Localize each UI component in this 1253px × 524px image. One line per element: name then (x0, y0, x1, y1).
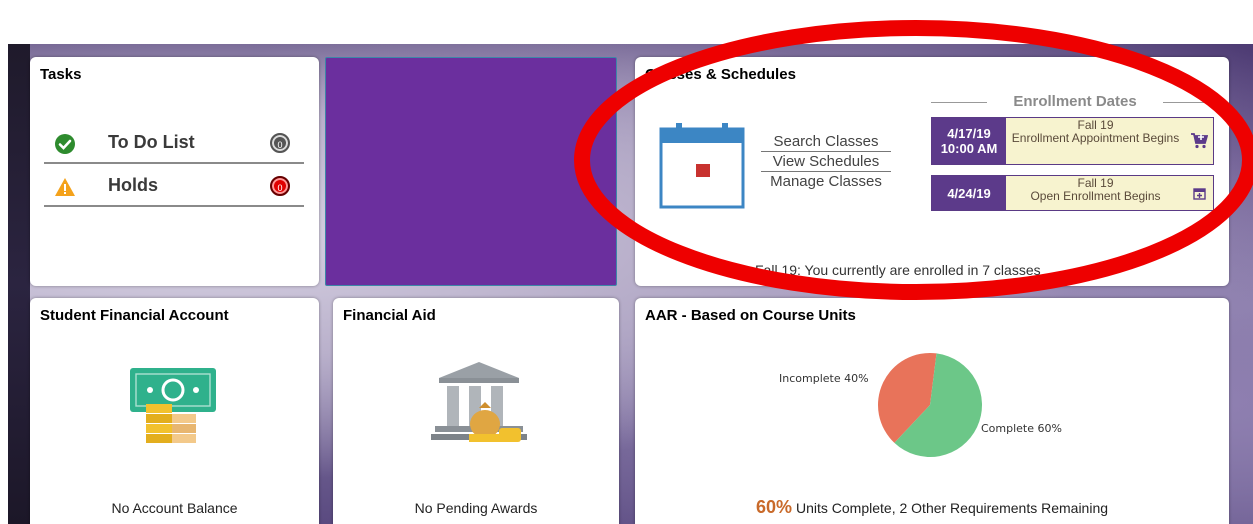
money-icon (130, 368, 216, 443)
cart-icon (1185, 118, 1213, 164)
bank-icon (431, 362, 527, 442)
calendar-add-icon (1185, 176, 1213, 210)
aar-title: AAR - Based on Course Units (645, 307, 856, 324)
aar-summary-text: Units Complete, 2 Other Requirements Rem… (796, 500, 1109, 516)
todo-count-badge: 0 (270, 133, 290, 153)
aar-tile[interactable]: AAR - Based on Course Units Incomplete 4… (635, 298, 1229, 524)
tasks-tile[interactable]: Tasks To Do List 0 Holds 0 (30, 57, 319, 286)
open-enrollment-date: 4/24/19 (932, 176, 1006, 210)
financial-aid-tile[interactable]: Financial Aid No Pending Awards (333, 298, 619, 524)
search-classes-link[interactable]: Search Classes (761, 132, 891, 152)
sfa-status: No Account Balance (111, 500, 238, 516)
enrollment-date-day: 4/17/19 (947, 126, 991, 141)
pie-label-incomplete: Incomplete 40% (779, 372, 869, 385)
aar-percent: 60% (755, 497, 792, 517)
open-enrollment-date-day: 4/24/19 (947, 185, 991, 201)
sfa-title: Student Financial Account (40, 307, 229, 324)
enrollment-dates-title: Enrollment Dates (1013, 93, 1137, 110)
enrollment-desc-text: Enrollment Appointment Begins (1011, 131, 1180, 145)
open-enrollment-desc-text: Open Enrollment Begins (1030, 189, 1161, 203)
holds-count-badge: 0 (270, 176, 290, 196)
aar-summary: 60% Units Complete, 2 Other Requirements … (635, 497, 1229, 518)
check-icon (55, 134, 75, 154)
enrollment-appointment-card[interactable]: 4/17/19 10:00 AM Fall 19 Enrollment Appo… (931, 117, 1214, 165)
calendar-icon (659, 123, 745, 209)
enrollment-description: Fall 19 Enrollment Appointment Begins (1006, 118, 1185, 164)
manage-classes-link[interactable]: Manage Classes (761, 172, 891, 191)
todo-list-item[interactable]: To Do List 0 (44, 124, 304, 164)
enrollment-dates-header: Enrollment Dates (931, 93, 1219, 113)
enrollment-date: 4/17/19 10:00 AM (932, 118, 1006, 164)
financial-aid-title: Financial Aid (343, 307, 436, 324)
classes-title: Classes & Schedules (645, 66, 796, 83)
open-enrollment-card[interactable]: 4/24/19 Fall 19 Open Enrollment Begins (931, 175, 1214, 211)
enrollment-date-time: 10:00 AM (940, 141, 998, 156)
aar-pie-chart (878, 353, 982, 457)
warning-icon (55, 178, 75, 196)
financial-aid-status: No Pending Awards (414, 500, 538, 516)
view-schedules-link[interactable]: View Schedules (761, 152, 891, 172)
tasks-title: Tasks (40, 66, 82, 83)
purple-tile[interactable] (325, 57, 617, 286)
todo-list-label: To Do List (108, 132, 195, 152)
pie-label-complete: Complete 60% (981, 422, 1062, 435)
open-enrollment-description: Fall 19 Open Enrollment Begins (1006, 176, 1185, 210)
classes-schedules-tile[interactable]: Classes & Schedules Search Classes View … (635, 57, 1229, 286)
holds-label: Holds (108, 175, 159, 195)
holds-item[interactable]: Holds 0 (44, 167, 304, 207)
student-financial-account-tile[interactable]: Student Financial Account No Account Bal… (30, 298, 319, 524)
background-edge (8, 44, 30, 524)
class-links: Search Classes View Schedules Manage Cla… (761, 132, 891, 191)
enrolled-classes-text: Fall 19: You currently are enrolled in 7… (755, 262, 1041, 278)
